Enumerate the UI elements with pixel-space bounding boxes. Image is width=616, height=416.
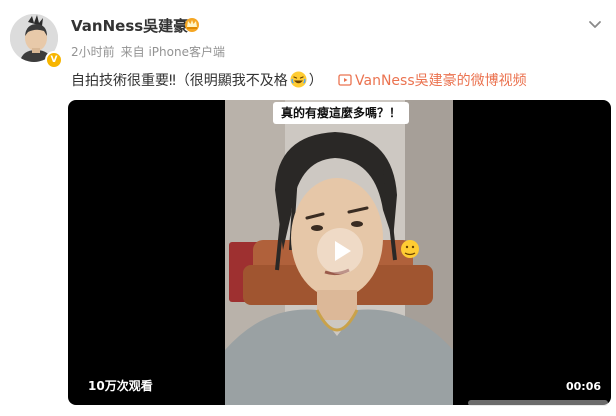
video-link-icon xyxy=(338,74,352,86)
play-icon xyxy=(335,241,351,261)
author-name[interactable]: VanNess吳建豪 xyxy=(71,15,188,36)
crown-badge-icon xyxy=(185,18,199,32)
video-duration: 00:06 xyxy=(566,380,602,393)
post-meta: 2小时前 来自 iPhone客户端 xyxy=(71,43,231,60)
view-count: 10万次观看 xyxy=(88,379,153,393)
video-overlay-caption: 真的有瘦這麼多嗎？！ xyxy=(273,102,410,124)
verified-badge-icon: V xyxy=(45,51,63,69)
video-player[interactable]: 真的有瘦這麼多嗎？！ 10万次观看 00:06 xyxy=(68,100,611,405)
laughing-emoji-icon xyxy=(290,71,307,88)
play-button[interactable] xyxy=(317,228,363,274)
post-text-main: 自拍技術很重要‼（很明顯我不及格 xyxy=(71,73,288,89)
post-text: 自拍技術很重要‼（很明顯我不及格 ） xyxy=(71,71,323,91)
post-time[interactable]: 2小时前 xyxy=(71,45,115,59)
video-link[interactable]: VanNess吳建豪的微博视频 xyxy=(338,71,527,91)
post-source: 来自 iPhone客户端 xyxy=(120,45,225,59)
chevron-down-icon[interactable] xyxy=(587,16,603,32)
post-text-close: ） xyxy=(308,73,323,89)
watermark-icon xyxy=(468,400,608,406)
weibo-post-card: V VanNess吳建豪 2小时前 来自 iPhone客户端 自拍技術很重要‼（很… xyxy=(0,0,616,416)
video-link-label: VanNess吳建豪的微博视频 xyxy=(355,73,527,89)
